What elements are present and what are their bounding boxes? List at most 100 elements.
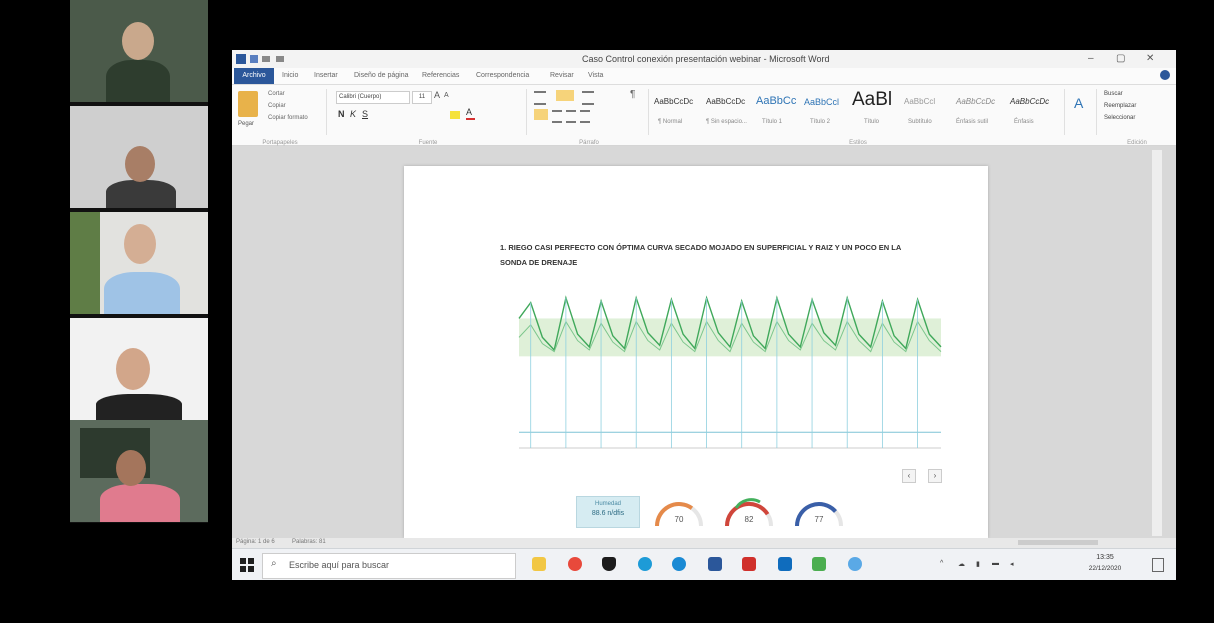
- gauge-value: 70: [675, 515, 684, 524]
- document-page[interactable]: 1. RIEGO CASI PERFECTO CON ÓPTIMA CURVA …: [404, 166, 988, 538]
- window-title: Caso Control conexión presentación webin…: [582, 54, 830, 64]
- copy-button[interactable]: Copiar: [268, 103, 286, 109]
- participant-tile[interactable]: [70, 420, 208, 522]
- status-bar: Página: 1 de 6 Palabras: 81: [232, 538, 1176, 548]
- clock-date[interactable]: 22/12/2020: [1078, 565, 1132, 572]
- tray-chevron-icon[interactable]: ^: [940, 560, 943, 567]
- zoom-slider[interactable]: [1018, 540, 1098, 545]
- notifications-icon[interactable]: [1152, 558, 1164, 572]
- maximize-icon[interactable]: ▢: [1116, 53, 1125, 64]
- grow-font-icon[interactable]: A: [434, 90, 440, 100]
- clock-time[interactable]: 13:35: [1080, 554, 1130, 561]
- taskbar-search-box[interactable]: ⌕ Escribe aquí para buscar: [262, 553, 516, 579]
- participant-tile[interactable]: [70, 106, 208, 208]
- font-color-swatch: [466, 118, 475, 120]
- align-left-icon[interactable]: [534, 109, 548, 120]
- pilcrow-icon[interactable]: ¶: [630, 89, 635, 100]
- participant-avatar: [116, 348, 150, 390]
- tab-page-layout[interactable]: Diseño de página: [354, 72, 409, 79]
- participant-tile[interactable]: [70, 318, 208, 420]
- file-explorer-icon[interactable]: [532, 557, 546, 571]
- network-icon[interactable]: ▬: [992, 560, 999, 567]
- highlight-icon[interactable]: [450, 111, 460, 119]
- change-styles-icon: A: [1074, 95, 1084, 111]
- chart: [489, 286, 949, 461]
- volume-icon[interactable]: ◂: [1010, 560, 1014, 568]
- participant-avatar: [125, 146, 155, 182]
- zoom-icon[interactable]: [848, 557, 862, 571]
- document-heading: 1. RIEGO CASI PERFECTO CON ÓPTIMA CURVA …: [500, 243, 902, 267]
- style-no-spacing[interactable]: AaBbCcDc ¶ Sin espacio...: [704, 89, 754, 135]
- font-group: Calibri (Cuerpo) 11 A A N K S A Fuente: [330, 89, 527, 146]
- ribbon: Pegar Cortar Copiar Copiar formato Porta…: [232, 85, 1176, 146]
- humidity-card: Humedad 88.6 n/dfis: [576, 496, 640, 528]
- italic-icon[interactable]: K: [350, 109, 356, 119]
- paragraph-group: ¶ Párrafo: [530, 89, 649, 146]
- editing-group: Buscar Reemplazar Seleccionar Edición: [1100, 89, 1174, 146]
- bullets-icon[interactable]: [534, 91, 546, 105]
- help-icon[interactable]: [1160, 70, 1170, 80]
- cut-button[interactable]: Cortar: [268, 91, 285, 97]
- style-emphasis[interactable]: AaBbCcDc Énfasis: [1008, 89, 1062, 135]
- outlook-icon[interactable]: [778, 557, 792, 571]
- shared-screen: Caso Control conexión presentación webin…: [232, 50, 1176, 580]
- style-normal[interactable]: AaBbCcDc ¶ Normal: [652, 89, 702, 135]
- quick-access-toolbar[interactable]: [236, 53, 306, 65]
- participant-tile[interactable]: [70, 212, 208, 314]
- vertical-scrollbar[interactable]: [1152, 150, 1162, 536]
- select-button[interactable]: Seleccionar: [1104, 115, 1135, 121]
- close-icon[interactable]: ✕: [1146, 53, 1154, 64]
- edge-icon[interactable]: [672, 557, 686, 571]
- tab-insert[interactable]: Insertar: [314, 72, 338, 79]
- styles-group: AaBbCcDc ¶ Normal AaBbCcDc ¶ Sin espacio…: [652, 89, 1065, 146]
- bold-icon[interactable]: N: [338, 109, 345, 119]
- chart-prev-button[interactable]: ‹: [902, 469, 916, 483]
- replace-button[interactable]: Reemplazar: [1104, 103, 1136, 109]
- style-subtle-emphasis[interactable]: AaBbCcDc Énfasis sutil: [954, 89, 1008, 135]
- excel-icon[interactable]: [812, 557, 826, 571]
- line-chart: [518, 295, 942, 449]
- style-title[interactable]: AaBl Título: [850, 89, 900, 135]
- style-heading-1[interactable]: AaBbCc Título 1: [756, 89, 802, 135]
- font-name-select[interactable]: Calibri (Cuerpo): [336, 91, 410, 104]
- change-styles-button[interactable]: A: [1068, 89, 1097, 135]
- search-placeholder: Escribe aquí para buscar: [289, 560, 390, 570]
- tab-home[interactable]: Inicio: [282, 72, 298, 79]
- justify-icon[interactable]: [580, 110, 590, 123]
- participant-tile[interactable]: [70, 0, 208, 102]
- tab-review[interactable]: Revisar: [550, 72, 574, 79]
- multilevel-list-icon[interactable]: [582, 91, 594, 105]
- style-subtitle[interactable]: AaBbCcl Subtítulo: [902, 89, 952, 135]
- underline-icon[interactable]: S: [362, 109, 368, 119]
- format-painter-button[interactable]: Copiar formato: [268, 115, 308, 121]
- find-button[interactable]: Buscar: [1104, 91, 1123, 97]
- numbering-icon[interactable]: [556, 90, 574, 101]
- tab-references[interactable]: Referencias: [422, 72, 459, 79]
- gauge-value: 77: [815, 515, 824, 524]
- gauge: 82: [722, 488, 776, 528]
- windows-start-icon[interactable]: [240, 558, 254, 572]
- onedrive-icon[interactable]: ☁: [958, 560, 965, 568]
- font-color-icon[interactable]: A: [466, 107, 472, 117]
- battery-icon[interactable]: ▮: [976, 560, 980, 568]
- paste-button[interactable]: Pegar: [238, 121, 254, 127]
- skype-icon[interactable]: [638, 557, 652, 571]
- tab-mailings[interactable]: Correspondencia: [476, 72, 529, 79]
- word-icon[interactable]: [708, 557, 722, 571]
- chart-next-button[interactable]: ›: [928, 469, 942, 483]
- align-right-icon[interactable]: [566, 110, 576, 123]
- paste-icon[interactable]: [238, 91, 258, 117]
- style-heading-2[interactable]: AaBbCcl Título 2: [804, 89, 850, 135]
- acrobat-icon[interactable]: [742, 557, 756, 571]
- tab-file[interactable]: Archivo: [234, 68, 274, 84]
- tab-view[interactable]: Vista: [588, 72, 603, 79]
- minimize-icon[interactable]: –: [1088, 53, 1094, 64]
- align-center-icon[interactable]: [552, 110, 562, 123]
- word-count: Palabras: 81: [292, 539, 326, 545]
- card-value: 88.6 n/dfis: [591, 510, 625, 517]
- chrome-icon[interactable]: [568, 557, 582, 571]
- participant-avatar: [124, 224, 156, 264]
- shield-icon[interactable]: [602, 557, 616, 571]
- font-size-select[interactable]: 11: [412, 91, 432, 104]
- shrink-font-icon[interactable]: A: [444, 92, 449, 99]
